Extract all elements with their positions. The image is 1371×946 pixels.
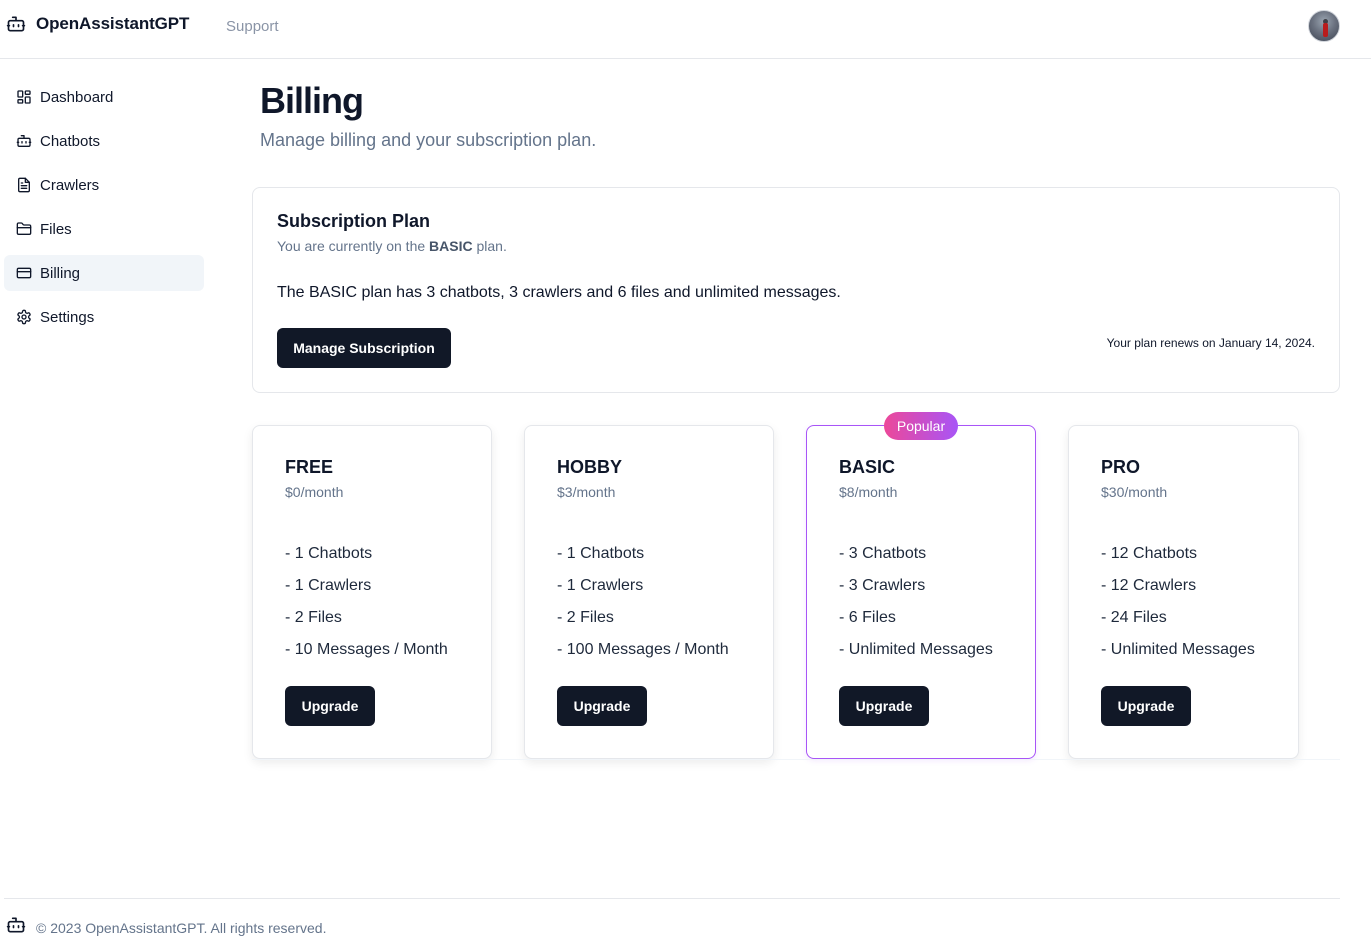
plan-price: $30/month xyxy=(1101,484,1168,500)
manage-subscription-button[interactable]: Manage Subscription xyxy=(277,328,451,368)
upgrade-button-free[interactable]: Upgrade xyxy=(285,686,375,726)
upgrade-button-pro[interactable]: Upgrade xyxy=(1101,686,1191,726)
plan-feature: - 3 Chatbots xyxy=(839,545,927,562)
plan-price: $0/month xyxy=(285,484,344,500)
plan-feature: - 2 Files xyxy=(557,609,614,626)
plan-feature: - Unlimited Messages xyxy=(839,641,993,658)
brand-logo-link[interactable]: OpenAssistantGPT xyxy=(6,14,189,34)
renewal-date-text: Your plan renews on January 14, 2024. xyxy=(1106,336,1315,350)
plan-feature: - 1 Crawlers xyxy=(285,577,372,594)
file-icon xyxy=(16,177,32,193)
brand-name: OpenAssistantGPT xyxy=(36,14,190,33)
support-link[interactable]: Support xyxy=(226,18,279,35)
plan-feature: - 1 Chatbots xyxy=(285,545,373,562)
page-footer: © 2023 OpenAssistantGPT. All rights rese… xyxy=(6,915,326,940)
sidebar-item-label: Files xyxy=(40,220,72,238)
plans-divider xyxy=(252,759,1340,760)
current-plan-name: BASIC xyxy=(429,238,473,254)
upgrade-button-hobby[interactable]: Upgrade xyxy=(557,686,647,726)
user-avatar[interactable] xyxy=(1308,10,1340,42)
bot-icon xyxy=(6,14,26,34)
gear-icon xyxy=(16,309,32,325)
plan-price: $3/month xyxy=(557,484,616,500)
sidebar-item-label: Settings xyxy=(40,308,95,326)
bot-icon xyxy=(6,915,26,940)
sidebar-item-settings[interactable]: Settings xyxy=(4,299,204,335)
page-title: Billing xyxy=(260,80,364,121)
plan-features: - 1 Chatbots - 1 Crawlers - 2 Files - 10… xyxy=(557,544,729,672)
plan-price: $8/month xyxy=(839,484,898,500)
plan-feature: - 6 Files xyxy=(839,609,896,626)
sidebar-item-label: Crawlers xyxy=(40,176,100,194)
plan-features: - 1 Chatbots - 1 Crawlers - 2 Files - 10… xyxy=(285,544,448,672)
sidebar-item-label: Chatbots xyxy=(40,132,101,150)
sidebar-item-billing[interactable]: Billing xyxy=(4,255,204,291)
plan-name: FREE xyxy=(285,457,334,477)
bot-icon xyxy=(16,133,32,149)
plan-name: HOBBY xyxy=(557,457,623,477)
sidebar-item-chatbots[interactable]: Chatbots xyxy=(4,123,204,159)
dashboard-icon xyxy=(16,89,32,105)
plan-feature: - 1 Crawlers xyxy=(557,577,644,594)
plan-feature: - 2 Files xyxy=(285,609,342,626)
plan-feature: - 100 Messages / Month xyxy=(557,641,729,658)
plan-description: The BASIC plan has 3 chatbots, 3 crawler… xyxy=(277,284,841,301)
plan-feature: - 10 Messages / Month xyxy=(285,641,448,658)
sidebar-nav: Dashboard Chatbots Crawlers Files Billin… xyxy=(4,79,204,343)
plan-feature: - Unlimited Messages xyxy=(1101,641,1255,658)
folder-icon xyxy=(16,221,32,237)
plan-card-hobby: HOBBY $3/month - 1 Chatbots - 1 Crawlers… xyxy=(524,425,774,759)
popular-badge: Popular xyxy=(884,412,958,440)
credit-card-icon xyxy=(16,265,32,281)
plan-card-free: FREE $0/month - 1 Chatbots - 1 Crawlers … xyxy=(252,425,492,759)
page-subtitle: Manage billing and your subscription pla… xyxy=(260,130,597,150)
plan-features: - 3 Chatbots - 3 Crawlers - 6 Files - Un… xyxy=(839,544,993,672)
subscription-title: Subscription Plan xyxy=(277,211,431,231)
footer-divider xyxy=(4,898,1340,899)
plan-feature: - 12 Chatbots xyxy=(1101,545,1198,562)
current-plan-text: You are currently on the BASIC plan. xyxy=(277,238,507,254)
sidebar-item-label: Billing xyxy=(40,264,81,282)
plan-feature: - 24 Files xyxy=(1101,609,1167,626)
plan-card-pro: PRO $30/month - 12 Chatbots - 12 Crawler… xyxy=(1068,425,1299,759)
subscription-card: Subscription Plan You are currently on t… xyxy=(252,187,1340,393)
plan-feature: - 3 Crawlers xyxy=(839,577,926,594)
footer-copyright: © 2023 OpenAssistantGPT. All rights rese… xyxy=(36,919,327,936)
sidebar-item-files[interactable]: Files xyxy=(4,211,204,247)
upgrade-button-basic[interactable]: Upgrade xyxy=(839,686,929,726)
plan-name: PRO xyxy=(1101,457,1141,477)
sidebar-item-dashboard[interactable]: Dashboard xyxy=(4,79,204,115)
sidebar-item-crawlers[interactable]: Crawlers xyxy=(4,167,204,203)
plan-name: BASIC xyxy=(839,457,896,477)
plan-feature: - 1 Chatbots xyxy=(557,545,645,562)
plan-features: - 12 Chatbots - 12 Crawlers - 24 Files -… xyxy=(1101,544,1255,672)
plan-feature: - 12 Crawlers xyxy=(1101,577,1197,594)
top-header: OpenAssistantGPT Support xyxy=(0,0,1371,59)
plan-card-basic: Popular BASIC $8/month - 3 Chatbots - 3 … xyxy=(806,412,1036,759)
sidebar-item-label: Dashboard xyxy=(40,88,114,106)
